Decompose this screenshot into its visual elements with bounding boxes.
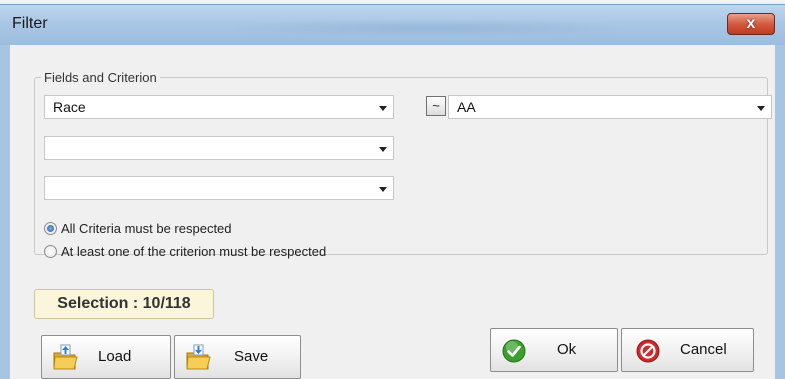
save-button-label: Save [234,348,269,365]
filter-dialog: Filter x Fields and Criterion Race ~ AA [0,4,785,379]
selection-count-text: Selection : 10/118 [57,295,191,312]
folder-save-icon [186,344,211,370]
chevron-down-icon [379,147,387,152]
field-select-2[interactable] [44,136,394,160]
option-any-criterion-label: At least one of the criterion must be re… [61,244,327,259]
field-select-3[interactable] [44,176,394,200]
tilde-icon: ~ [432,98,440,113]
title-bar: Filter x [0,5,785,45]
group-legend: Fields and Criterion [44,70,157,85]
radio-all-criteria[interactable] [44,222,57,235]
window-title: Filter [12,15,48,32]
cancel-button-label: Cancel [680,341,727,358]
load-button[interactable]: Load [41,335,171,379]
chevron-down-icon [379,106,387,111]
field-select-1-value: Race [53,99,86,115]
chevron-down-icon [379,187,387,192]
folder-open-icon [53,344,78,370]
criterion-operator-button[interactable]: ~ [426,96,446,116]
cancel-button[interactable]: Cancel [621,328,754,372]
forbidden-circle-icon [636,339,660,363]
criterion-select-1[interactable]: AA [448,95,772,119]
field-select-1[interactable]: Race [44,95,394,119]
criterion-select-1-value: AA [457,99,476,115]
radio-any-criterion[interactable] [44,245,57,258]
dialog-body: Fields and Criterion Race ~ AA All Crite… [10,45,775,379]
close-icon: x [746,15,756,32]
ok-button[interactable]: Ok [490,328,618,372]
chevron-down-icon [757,106,765,111]
selection-count-badge: Selection : 10/118 [34,289,214,319]
load-button-label: Load [98,348,132,365]
option-all-criteria-label: All Criteria must be respected [61,221,232,236]
check-circle-icon [502,339,526,363]
ok-button-label: Ok [557,341,577,358]
save-button[interactable]: Save [174,335,301,379]
close-button[interactable]: x [727,13,775,35]
